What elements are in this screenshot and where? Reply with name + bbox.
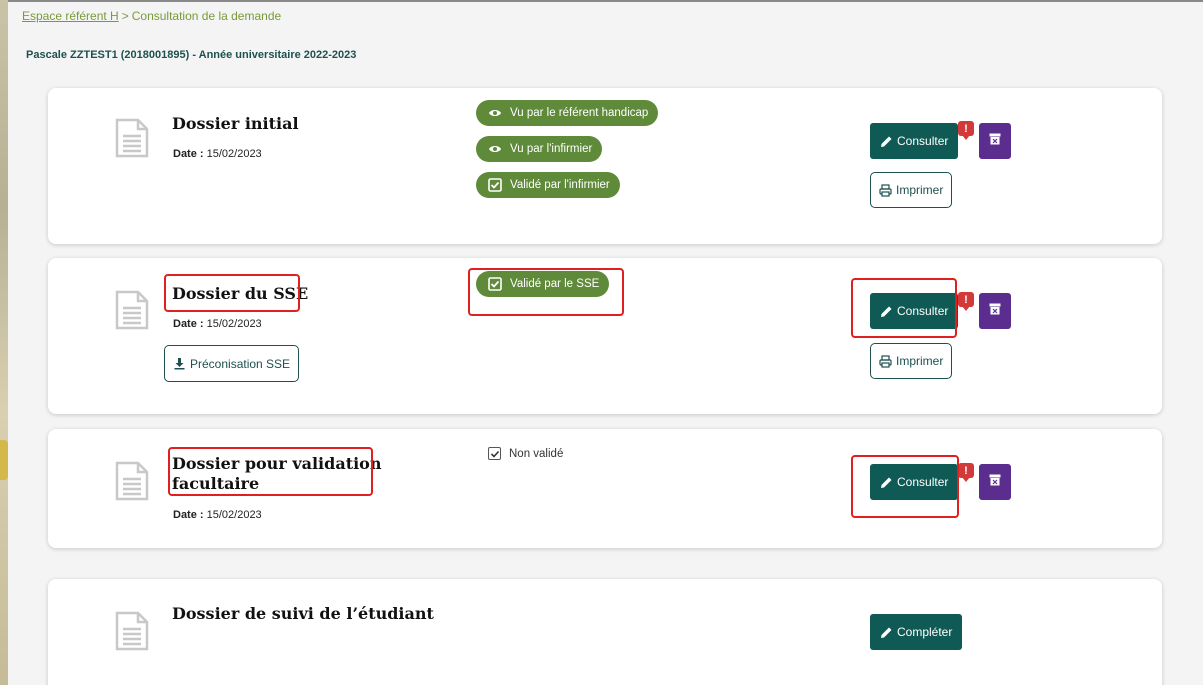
date-label: Date : (173, 148, 204, 160)
checkbox-checked-icon (488, 178, 502, 192)
pencil-icon (880, 135, 893, 148)
breadcrumb: Espace référent H > Consultation de la dem… (22, 9, 281, 23)
badge-label: Validé par l'infirmier (510, 179, 610, 191)
date-label: Date : (173, 318, 204, 330)
consult-button[interactable]: Consulter (870, 123, 959, 159)
badge-valide-sse: Validé par le SSE (476, 271, 610, 297)
card-date: Date : 15/02/2023 (173, 148, 262, 160)
alert-icon: ! (958, 463, 974, 482)
printer-icon (879, 354, 892, 368)
card-dossier-validation-facultaire: Dossier pour validation facultaire Date … (48, 429, 1162, 548)
print-button[interactable]: Imprimer (870, 172, 953, 208)
card-title: Dossier du SSE (172, 284, 309, 303)
card-title-line: Dossier pour validation (172, 454, 382, 473)
status-label: Non validé (509, 447, 564, 460)
archive-icon (989, 132, 1001, 150)
card-date: Date : 15/02/2023 (173, 509, 262, 521)
print-button[interactable]: Imprimer (870, 343, 953, 379)
preconisation-sse-label: Préconisation SSE (190, 356, 291, 371)
consult-button-label: Consulter (897, 475, 949, 489)
date-value: 15/02/2023 (206, 509, 262, 521)
card-dossier-sse: Dossier du SSE Date : 15/02/2023 Préconi… (48, 258, 1162, 414)
pencil-icon (880, 305, 893, 318)
card-title: Dossier de suivi de l’étudiant (172, 604, 434, 623)
document-icon (114, 461, 150, 501)
consult-button[interactable]: Consulter (870, 464, 959, 500)
archive-icon (989, 473, 1001, 491)
archive-icon (989, 302, 1001, 320)
badge-valide-infirmier: Validé par l'infirmier (476, 172, 620, 198)
archive-button[interactable] (979, 123, 1011, 159)
consult-button[interactable]: Consulter (870, 293, 959, 329)
complete-button-label: Compléter (897, 625, 953, 639)
printer-icon (879, 183, 892, 197)
document-icon (114, 611, 150, 651)
complete-button[interactable]: Compléter (870, 614, 963, 650)
pencil-icon (880, 476, 893, 489)
card-title: Dossier initial (172, 114, 299, 133)
eye-icon (488, 106, 502, 120)
badge-vu-referent: Vu par le référent handicap (476, 100, 659, 126)
badge-vu-infirmier: Vu par l'infirmier (476, 136, 603, 162)
date-value: 15/02/2023 (206, 318, 262, 330)
archive-button[interactable] (979, 464, 1011, 500)
card-dossier-initial: Dossier initial Date : 15/02/2023 Vu par… (48, 88, 1162, 244)
alert-icon: ! (958, 121, 974, 140)
background-spot (0, 440, 8, 480)
archive-button[interactable] (979, 293, 1011, 329)
download-icon (173, 357, 186, 370)
badge-label: Vu par le référent handicap (510, 107, 649, 119)
card-date: Date : 15/02/2023 (173, 318, 262, 330)
breadcrumb-current: Consultation de la demande (131, 9, 282, 23)
breadcrumb-separator: > (121, 9, 129, 23)
consult-button-label: Consulter (897, 304, 949, 318)
card-title-line: facultaire (172, 474, 260, 493)
badge-label: Vu par l'infirmier (510, 143, 593, 155)
document-icon (114, 290, 150, 330)
badge-label: Validé par le SSE (510, 278, 600, 290)
preconisation-sse-button[interactable]: Préconisation SSE (164, 345, 300, 382)
card-dossier-suivi-etudiant: Dossier de suivi de l’étudiant Compléter (48, 579, 1162, 685)
background-edge (0, 0, 8, 685)
breadcrumb-link-espace-referent[interactable]: Espace référent H (22, 9, 119, 23)
date-value: 15/02/2023 (206, 148, 262, 160)
checkbox-checked-icon (488, 447, 501, 460)
status-non-valide: Non validé (488, 447, 563, 460)
alert-icon: ! (958, 292, 974, 311)
pencil-icon (880, 626, 893, 639)
consult-button-label: Consulter (897, 134, 949, 148)
date-label: Date : (173, 509, 204, 521)
top-border (0, 0, 1203, 2)
checkbox-checked-icon (488, 277, 502, 291)
card-title: Dossier pour validation facultaire (172, 454, 381, 494)
student-title: Pascale ZZTEST1 (2018001895) - Année uni… (26, 49, 357, 61)
print-button-label: Imprimer (896, 354, 944, 368)
document-icon (114, 118, 150, 158)
eye-icon (488, 142, 502, 156)
print-button-label: Imprimer (896, 183, 944, 197)
